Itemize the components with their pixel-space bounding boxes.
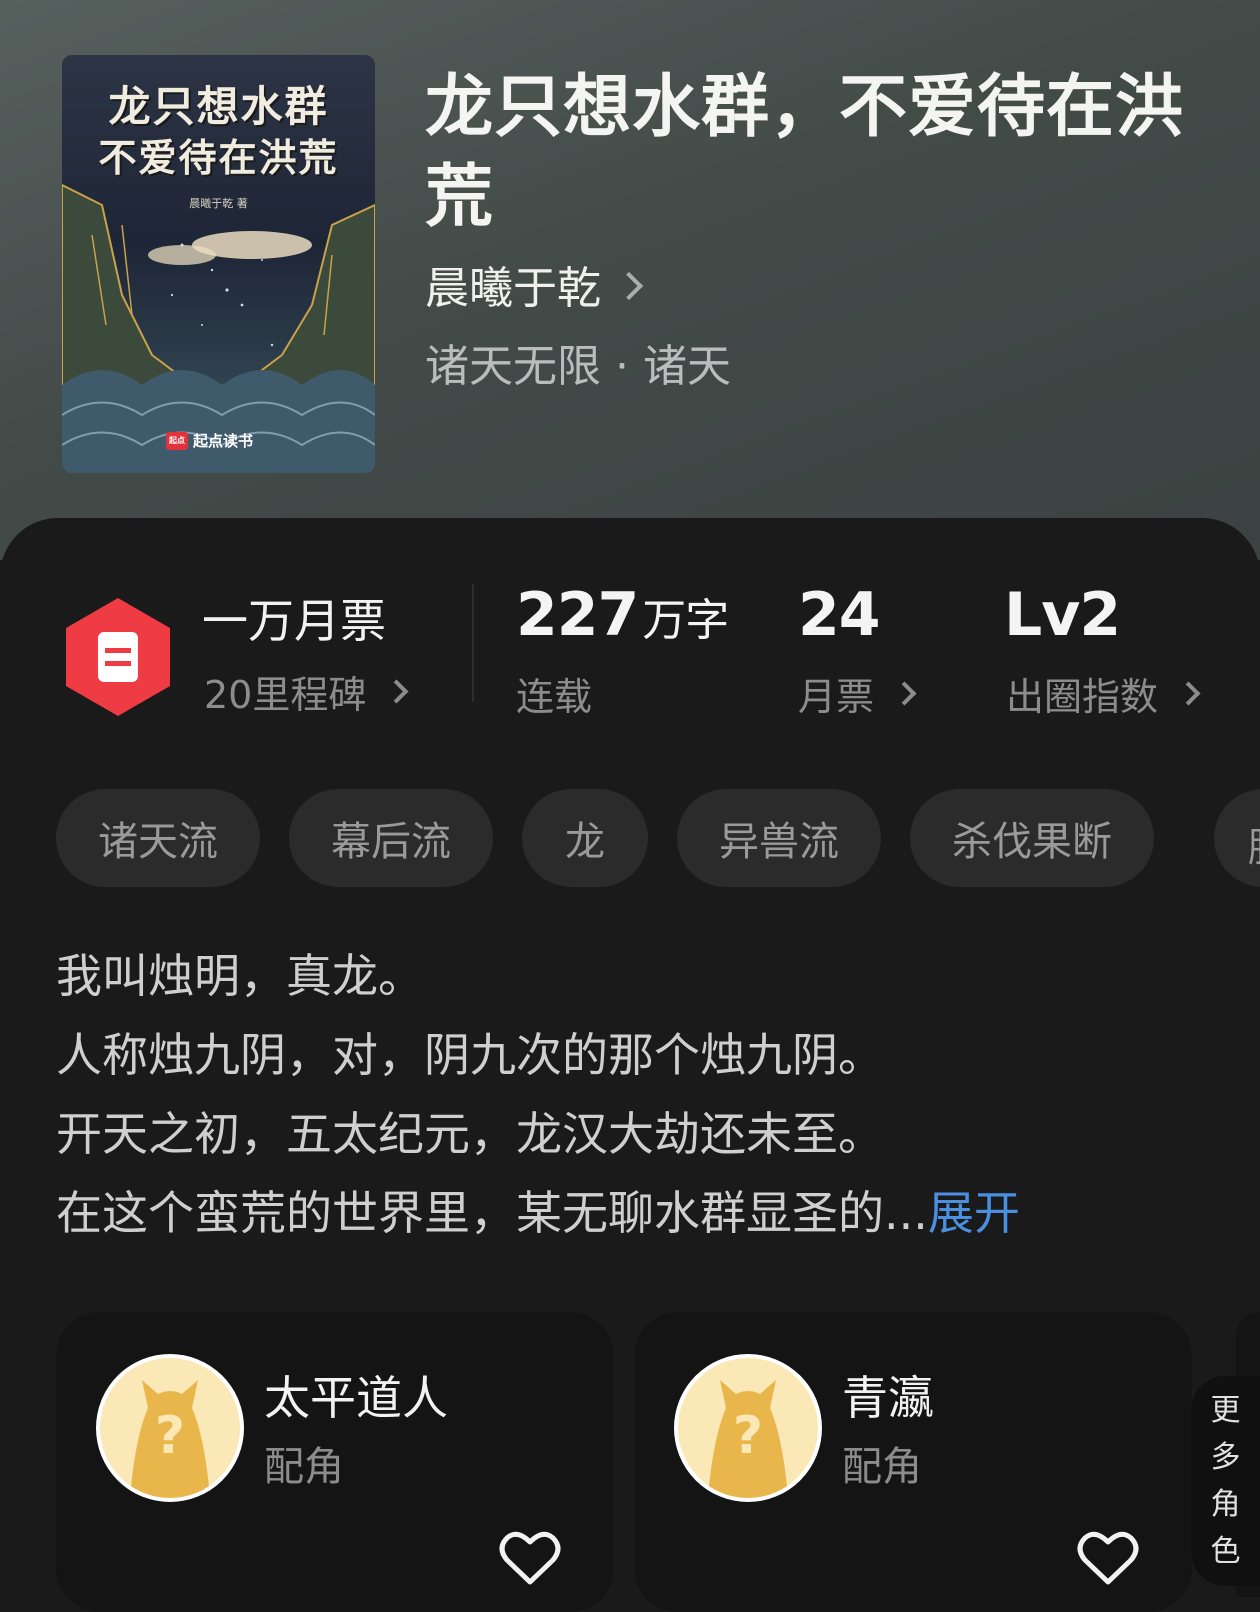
- cover-brand-label: 起点读书: [193, 432, 254, 450]
- synopsis-line: 开天之初，五太纪元，龙汉大劫还未至。: [56, 1107, 884, 1161]
- chevron-right-icon: [384, 679, 409, 704]
- more-characters-label: 多: [1210, 1439, 1241, 1475]
- heart-icon[interactable]: [1077, 1530, 1139, 1586]
- chevron-right-icon: [1176, 681, 1201, 706]
- more-characters-button[interactable]: 更 多 角 色: [1191, 1376, 1260, 1586]
- monthly-ticket-link[interactable]: 月票: [798, 666, 917, 721]
- cover-title-line2: 不爱待在洪荒: [98, 135, 339, 180]
- character-name: 太平道人: [264, 1371, 448, 1425]
- popularity-index-link[interactable]: 出圈指数: [1006, 666, 1201, 721]
- cover-brand: 起点 起点读书: [166, 430, 253, 451]
- unknown-character-icon: ?: [708, 1380, 788, 1498]
- more-characters-label: 色: [1210, 1533, 1241, 1569]
- tag-list: 诸天流 幕后流 龙 异兽流 杀伐果断: [56, 789, 1154, 887]
- chevron-right-icon: [892, 681, 917, 706]
- more-characters-label: 更: [1210, 1392, 1241, 1428]
- author-link[interactable]: 晨曦于乾: [425, 252, 644, 316]
- word-count-value: 227: [516, 580, 639, 650]
- popularity-index-label: 出圈指数: [1006, 675, 1159, 719]
- tag-chip[interactable]: 诸天流: [56, 789, 260, 887]
- expand-button[interactable]: 展开: [928, 1186, 1020, 1240]
- tag-chip[interactable]: 龙: [522, 789, 648, 887]
- monthly-ticket-badge-icon: [66, 598, 170, 716]
- character-role: 配角: [264, 1444, 344, 1490]
- heart-icon[interactable]: [499, 1530, 561, 1586]
- milestone-label: 20里程碑: [204, 673, 367, 717]
- book-category: 诸天无限 · 诸天: [425, 341, 731, 392]
- svg-text:?: ?: [733, 1406, 763, 1466]
- cover-title-line1: 龙只想水群: [108, 82, 329, 131]
- book-title: 龙只想水群，不爱待在洪荒: [425, 67, 1185, 237]
- character-card[interactable]: ? 太平道人 配角: [56, 1312, 614, 1612]
- qidian-logo-icon: 起点: [166, 431, 188, 450]
- more-characters-label: 角: [1210, 1486, 1241, 1522]
- character-card[interactable]: ? 青瀛 配角: [634, 1312, 1192, 1612]
- tag-chip[interactable]: 幕后流: [289, 789, 493, 887]
- book-cover[interactable]: 龙只想水群 不爱待在洪荒 晨曦于乾 著 起点 起点读书: [62, 55, 375, 473]
- word-count: 227万字: [516, 580, 729, 650]
- avatar: ?: [96, 1354, 244, 1502]
- monthly-ticket-label: 月票: [798, 675, 875, 719]
- tag-chip[interactable]: 异兽流: [677, 789, 881, 887]
- synopsis-line: 在这个蛮荒的世界里，某无聊水群显圣的...展开: [56, 1186, 1020, 1240]
- milestone-title: 一万月票: [202, 594, 386, 648]
- synopsis-line: 我叫烛明，真龙。: [56, 949, 424, 1003]
- word-count-unit: 万字: [642, 595, 729, 646]
- character-role: 配角: [842, 1444, 922, 1490]
- character-name: 青瀛: [842, 1371, 934, 1425]
- unknown-character-icon: ?: [130, 1380, 210, 1498]
- serial-status: 连载: [516, 675, 593, 719]
- author-name: 晨曦于乾: [425, 263, 601, 314]
- synopsis-line: 人称烛九阴，对，阴九次的那个烛九阴。: [56, 1028, 884, 1082]
- book-synopsis: 我叫烛明，真龙。 人称烛九阴，对，阴九次的那个烛九阴。 开天之初，五太纪元，龙汉…: [56, 937, 1216, 1253]
- chevron-right-icon: [614, 271, 644, 301]
- cover-author: 晨曦于乾 著: [189, 197, 248, 210]
- tag-chip[interactable]: 杀伐果断: [910, 789, 1154, 887]
- svg-text:?: ?: [155, 1406, 185, 1466]
- stats-divider: [472, 584, 474, 702]
- avatar: ?: [674, 1354, 822, 1502]
- milestone-link[interactable]: 20里程碑: [204, 664, 409, 719]
- popularity-level: Lv2: [1004, 580, 1121, 650]
- monthly-ticket-count: 24: [798, 580, 880, 650]
